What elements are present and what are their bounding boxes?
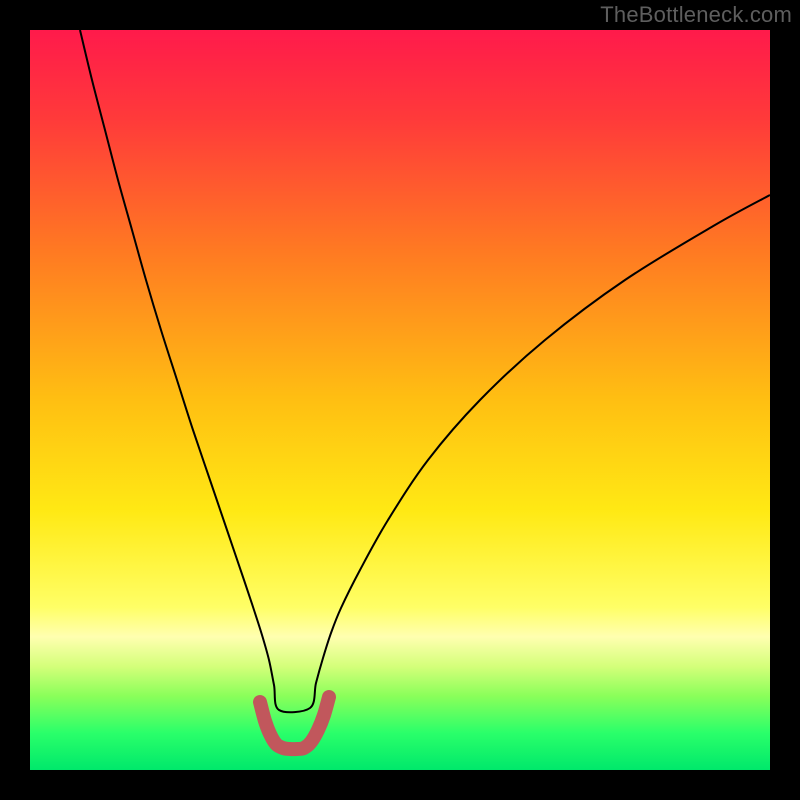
bottleneck-chart	[30, 30, 770, 770]
watermark-text: TheBottleneck.com	[600, 2, 792, 28]
gradient-background	[30, 30, 770, 770]
plot-frame	[30, 30, 770, 770]
